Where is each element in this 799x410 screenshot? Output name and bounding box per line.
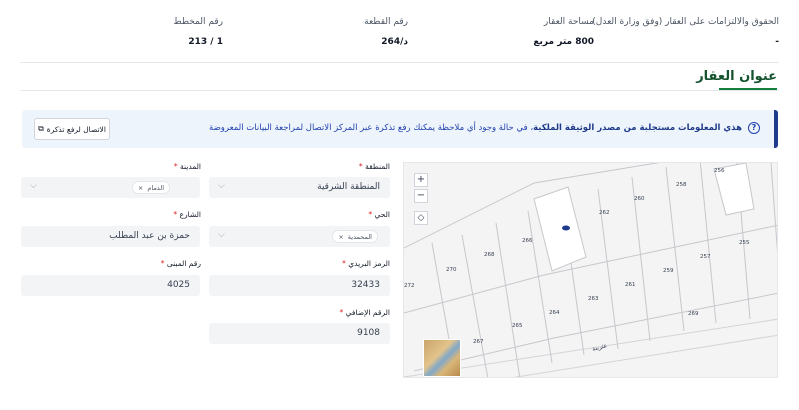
plot-value: 264/د bbox=[381, 37, 408, 47]
chevron-down-icon: ⌵ bbox=[218, 181, 225, 191]
parcel-label: 270 bbox=[446, 267, 457, 273]
parcel-label: 259 bbox=[663, 268, 674, 274]
parcel-label: 268 bbox=[484, 252, 495, 258]
street-label: الشارع * bbox=[173, 210, 201, 219]
chevron-down-icon: ⌵ bbox=[30, 181, 37, 191]
banner-accent-bar bbox=[774, 110, 778, 148]
building-label: رقم المبنى * bbox=[160, 259, 201, 268]
parcel-label: 266 bbox=[522, 238, 533, 244]
city-label: المدينة * bbox=[173, 162, 201, 171]
city-chip: الدمام × bbox=[131, 181, 170, 194]
street-value: حمزة بن عبد المطلب bbox=[109, 231, 190, 241]
region-label: المنطقة * bbox=[358, 162, 390, 171]
remove-chip-icon[interactable]: × bbox=[338, 233, 343, 241]
scheme-value: 213 / 1 bbox=[188, 37, 223, 47]
info-icon: ? bbox=[748, 122, 760, 134]
parcel-label: 265 bbox=[512, 323, 523, 329]
postal-value: 32433 bbox=[351, 280, 380, 290]
region-value: المنطقة الشرقية bbox=[317, 182, 380, 192]
raise-ticket-button[interactable]: الاتصال لرفع تذكرة ⧉ bbox=[34, 118, 110, 140]
section-title: عنوان العقار bbox=[696, 69, 777, 84]
additional-value: 9108 bbox=[357, 328, 380, 338]
city-select[interactable]: الدمام × ⌵ bbox=[21, 177, 200, 198]
property-map[interactable]: + − ◇ 256 258 262 260 266 255 270 268 25… bbox=[403, 162, 778, 378]
section-divider bbox=[20, 90, 779, 91]
additional-label: الرقم الإضافي * bbox=[339, 308, 390, 317]
parcel-label: 260 bbox=[634, 196, 645, 202]
postal-field[interactable]: 32433 bbox=[209, 275, 390, 296]
zoom-out-button[interactable]: − bbox=[414, 189, 428, 203]
scheme-label: رقم المخطط bbox=[173, 17, 223, 27]
parcel-label: 272 bbox=[404, 283, 415, 289]
district-label: الحي * bbox=[368, 210, 390, 219]
building-field[interactable]: 4025 bbox=[21, 275, 200, 296]
rotate-diamond-icon[interactable]: ◇ bbox=[414, 211, 428, 225]
raise-ticket-label: الاتصال لرفع تذكرة bbox=[46, 124, 106, 134]
satellite-thumbnail[interactable] bbox=[423, 339, 461, 377]
parcel-label: 256 bbox=[714, 168, 725, 174]
area-label: مساحة العقار bbox=[543, 17, 594, 27]
additional-field[interactable]: 9108 bbox=[209, 323, 390, 344]
rights-label: الحقوق والالتزامات على العقار (وفق وزارة… bbox=[592, 17, 779, 27]
parcel-label: 263 bbox=[588, 296, 599, 302]
chevron-down-icon: ⌵ bbox=[218, 230, 225, 240]
parcel-label: 264 bbox=[549, 310, 560, 316]
district-select[interactable]: المحمدية × ⌵ bbox=[209, 226, 390, 247]
parcel-label: 262 bbox=[599, 210, 610, 216]
parcel-label: 261 bbox=[625, 282, 636, 288]
header-divider bbox=[20, 62, 779, 63]
parcel-label: 269 bbox=[688, 311, 699, 317]
selected-parcel[interactable] bbox=[533, 186, 587, 272]
street-field[interactable]: حمزة بن عبد المطلب bbox=[21, 226, 200, 247]
rights-value: - bbox=[775, 37, 779, 47]
info-banner: ? هذي المعلومات مستجلبة من مصدر الوثيقة … bbox=[22, 110, 778, 148]
district-chip: المحمدية × bbox=[332, 230, 378, 243]
banner-message: هذي المعلومات مستجلبة من مصدر الوثيقة ال… bbox=[209, 123, 742, 133]
remove-chip-icon[interactable]: × bbox=[138, 184, 143, 192]
parcel-label: 257 bbox=[700, 254, 711, 260]
building-value: 4025 bbox=[167, 280, 190, 290]
region-select[interactable]: المنطقة الشرقية ⌵ bbox=[209, 177, 390, 198]
plot-label: رقم القطعة bbox=[364, 17, 408, 27]
zoom-in-button[interactable]: + bbox=[414, 173, 428, 187]
parcel-label: 255 bbox=[739, 240, 750, 246]
external-link-icon: ⧉ bbox=[38, 124, 44, 133]
location-marker-icon bbox=[562, 225, 570, 231]
parcel-label: 267 bbox=[473, 339, 484, 345]
postal-label: الرمز البريدي * bbox=[342, 259, 390, 268]
parcel-label: 258 bbox=[676, 182, 687, 188]
area-value: 800 متر مربع bbox=[533, 37, 594, 47]
